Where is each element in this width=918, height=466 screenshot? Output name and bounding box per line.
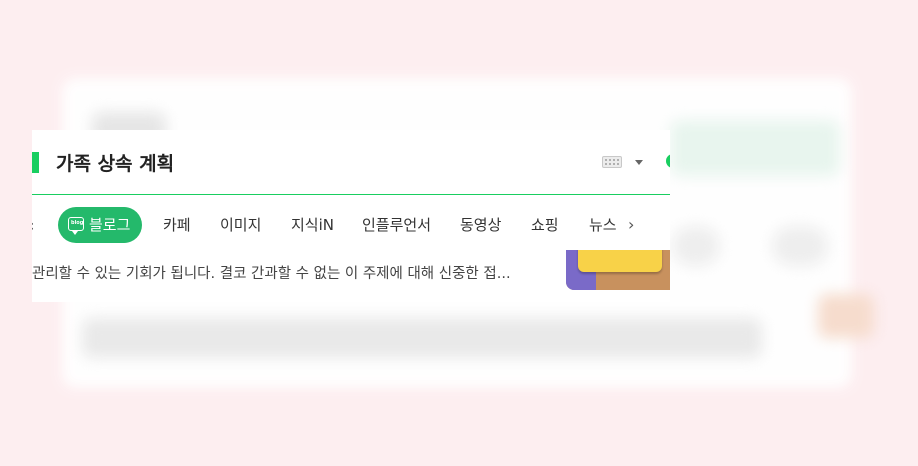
blog-icon: blog (68, 217, 84, 235)
search-tabs: ‹ blog 블로그 카페 이미지 지식iN 인플루언서 동영상 쇼핑 뉴스 › (32, 203, 670, 249)
tab-influencer[interactable]: 인플루언서 (362, 207, 431, 243)
search-accent-mark (32, 152, 39, 173)
blurred-thumbnail (818, 294, 874, 338)
thumbnail-note (578, 250, 662, 272)
result-thumbnail[interactable] (566, 250, 670, 290)
tab-video[interactable]: 동영상 (460, 207, 501, 243)
tab-label: 쇼핑 (531, 216, 559, 234)
blurred-tab (772, 226, 828, 266)
blurred-text-row (82, 318, 762, 358)
tab-label: 뉴스 (589, 216, 617, 234)
tab-label: 카페 (163, 216, 191, 234)
chevron-left-icon[interactable]: ‹ (32, 217, 34, 235)
caret-down-icon[interactable] (635, 160, 643, 165)
search-panel: ‹ blog블로그 카페 이미지 지식iN 인플루언서 동영상 쇼핑 뉴스 › … (32, 130, 670, 302)
tab-news[interactable]: 뉴스 (589, 207, 617, 243)
tab-label: 인플루언서 (362, 216, 432, 234)
tab-blog[interactable]: blog 블로그 (58, 207, 143, 243)
search-input[interactable] (56, 148, 576, 176)
keyboard-icon[interactable] (602, 156, 622, 168)
blurred-tab (672, 226, 720, 266)
result-snippet[interactable]: 관리할 수 있는 기회가 됩니다. 결코 간과할 수 없는 이 주제에 대해 신… (32, 262, 552, 283)
tab-label: 이미지 (220, 216, 262, 234)
search-button-edge[interactable] (666, 154, 670, 168)
tab-cafe[interactable]: 카페 (163, 207, 191, 243)
blurred-banner (670, 120, 840, 176)
chevron-right-icon[interactable]: › (628, 216, 634, 234)
tab-image[interactable]: 이미지 (220, 207, 261, 243)
tab-label: 블로그 (89, 216, 131, 234)
search-bar (32, 130, 670, 195)
tab-shopping[interactable]: 쇼핑 (531, 207, 559, 243)
tab-label: 지식iN (291, 216, 334, 234)
tab-label: 동영상 (460, 216, 502, 234)
tab-knowledge-in[interactable]: 지식iN (291, 207, 334, 243)
